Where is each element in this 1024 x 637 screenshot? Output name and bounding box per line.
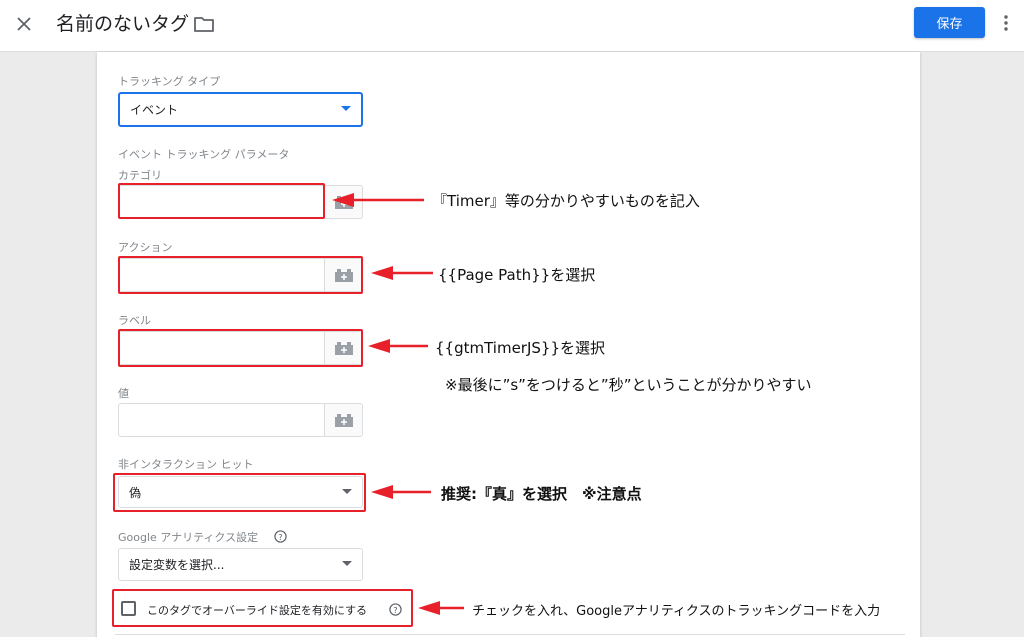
action-arrow — [371, 266, 433, 280]
svg-text:?: ? — [278, 532, 282, 542]
non-interaction-highlight — [113, 473, 366, 512]
ga-settings-select[interactable]: 設定変数を選択... — [118, 548, 363, 581]
category-label: カテゴリ — [118, 169, 162, 182]
divider — [115, 634, 905, 635]
action-annotation: {{Page Path}}を選択 — [438, 266, 596, 284]
help-icon[interactable]: ? — [274, 530, 287, 543]
category-annotation: 『Timer』等の分かりやすいものを記入 — [432, 192, 700, 210]
non-interaction-arrow — [371, 485, 431, 499]
label-note-annotation: ※最後に”s”をつけると”秒”ということが分かりやすい — [445, 376, 812, 394]
top-bar: 名前のないタグ 保存 — [0, 0, 1024, 52]
category-arrow — [332, 193, 424, 207]
tag-name-title[interactable]: 名前のないタグ — [56, 10, 189, 38]
value-field-group — [118, 403, 363, 437]
override-highlight — [112, 589, 413, 627]
value-variable-button[interactable] — [325, 403, 363, 437]
label-annotation: {{gtmTimerJS}}を選択 — [435, 339, 606, 357]
override-annotation: チェックを入れ、Googleアナリティクスのトラッキングコードを入力 — [472, 604, 881, 619]
dropdown-caret-icon — [342, 561, 352, 566]
dropdown-caret-icon — [341, 106, 351, 111]
action-highlight — [118, 256, 363, 294]
more-menu-button[interactable] — [996, 10, 1016, 36]
save-button[interactable]: 保存 — [914, 7, 985, 38]
ga-settings-label: Google アナリティクス設定 — [118, 531, 259, 544]
non-interaction-label: 非インタラクション ヒット — [118, 458, 254, 471]
non-interaction-annotation: 推奨:『真』を選択 ※注意点 — [441, 485, 642, 503]
close-button[interactable] — [10, 10, 38, 38]
ga-settings-value: 設定変数を選択... — [129, 558, 225, 572]
tracking-type-value: イベント — [130, 103, 179, 117]
tracking-type-label: トラッキング タイプ — [118, 75, 221, 88]
event-label-label: ラベル — [118, 314, 151, 327]
close-icon — [17, 17, 31, 31]
event-params-heading: イベント トラッキング パラメータ — [118, 148, 290, 161]
tracking-type-select[interactable]: イベント — [118, 92, 363, 127]
variable-lego-icon — [334, 413, 353, 427]
value-label: 値 — [118, 387, 129, 400]
folder-icon[interactable] — [192, 12, 216, 36]
category-highlight — [118, 183, 325, 219]
label-arrow — [368, 339, 428, 353]
override-arrow — [418, 601, 464, 615]
more-vert-icon — [1004, 15, 1008, 31]
label-highlight — [118, 329, 363, 367]
value-input[interactable] — [118, 403, 325, 437]
action-label: アクション — [118, 241, 173, 254]
